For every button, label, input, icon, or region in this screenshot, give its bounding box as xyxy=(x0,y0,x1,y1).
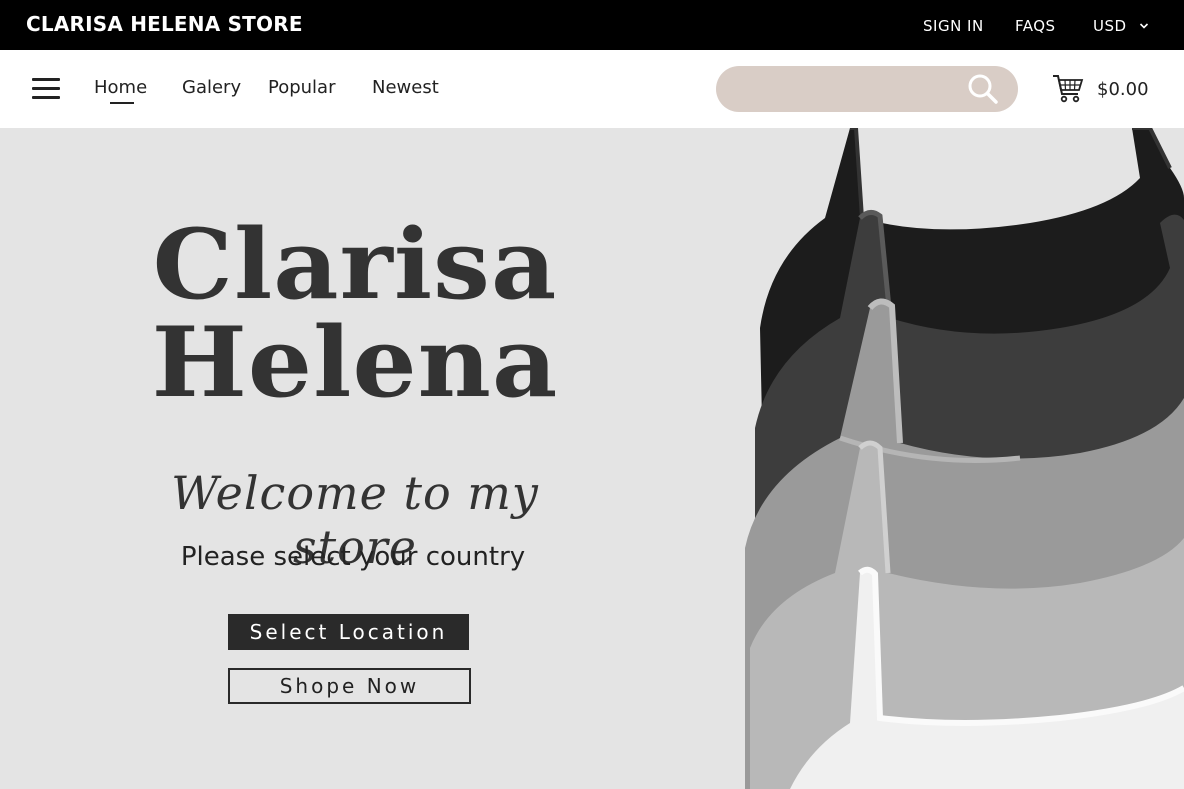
top-bar: CLARISA HELENA STORE SIGN IN FAQS USD xyxy=(0,0,1184,50)
search-bar xyxy=(716,66,1018,112)
search-icon[interactable] xyxy=(966,72,1000,106)
select-location-button[interactable]: Select Location xyxy=(228,614,469,650)
nav-item-popular[interactable]: Popular xyxy=(268,77,336,98)
cart-total[interactable]: $0.00 xyxy=(1097,79,1149,100)
country-prompt: Please select your country xyxy=(180,542,526,572)
shop-now-button[interactable]: Shope Now xyxy=(228,668,471,704)
hamburger-menu-icon[interactable] xyxy=(32,78,60,100)
nav-bar: Home Galery Popular Newest $0.00 xyxy=(0,50,1184,128)
cart-icon[interactable] xyxy=(1052,73,1084,105)
search-input[interactable] xyxy=(736,76,956,102)
store-brand[interactable]: CLARISA HELENA STORE xyxy=(26,12,303,36)
nav-item-home[interactable]: Home xyxy=(94,77,147,104)
hero-title: Clarisa Helena xyxy=(120,216,590,412)
faqs-link[interactable]: FAQS xyxy=(1015,17,1056,35)
hero-section: Clarisa Helena Welcome to my store Pleas… xyxy=(0,128,1184,789)
hero-title-line1: Clarisa xyxy=(152,208,558,321)
chevron-down-icon xyxy=(1139,23,1148,29)
hero-title-line2: Helena xyxy=(151,306,559,419)
camisole-tops-image xyxy=(745,128,1184,789)
nav-item-newest[interactable]: Newest xyxy=(372,77,439,98)
nav-item-galery[interactable]: Galery xyxy=(182,77,241,98)
sign-in-link[interactable]: SIGN IN xyxy=(923,17,984,35)
currency-label: USD xyxy=(1093,17,1127,35)
currency-selector[interactable]: USD xyxy=(1093,17,1149,35)
